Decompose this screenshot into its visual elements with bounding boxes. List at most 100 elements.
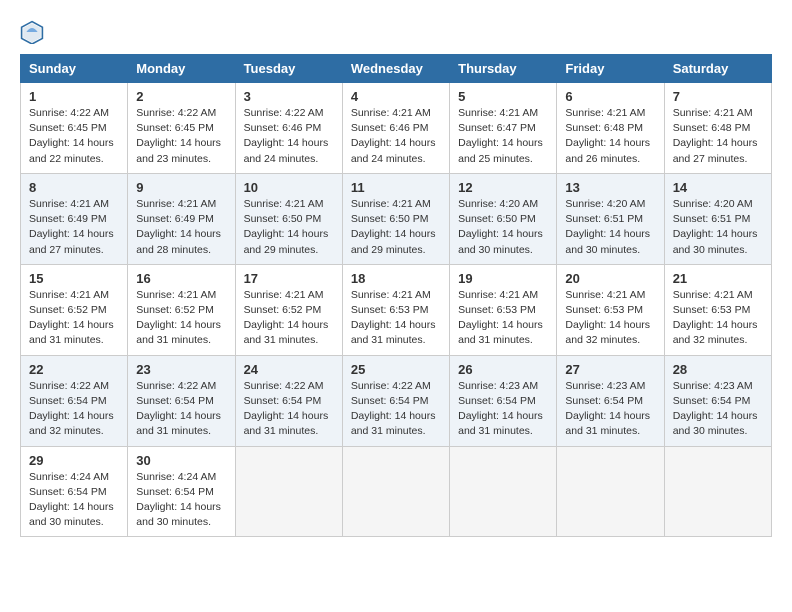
day-number: 23 [136, 362, 226, 377]
day-info: Sunrise: 4:21 AM Sunset: 6:49 PM Dayligh… [136, 197, 226, 258]
day-number: 17 [244, 271, 334, 286]
weekday-header-monday: Monday [128, 55, 235, 83]
daylight-label: Daylight: 14 hours and 30 minutes. [458, 228, 543, 255]
day-number: 26 [458, 362, 548, 377]
day-cell-16: 16 Sunrise: 4:21 AM Sunset: 6:52 PM Dayl… [128, 264, 235, 355]
daylight-label: Daylight: 14 hours and 31 minutes. [458, 319, 543, 346]
daylight-label: Daylight: 14 hours and 32 minutes. [673, 319, 758, 346]
sunset-label: Sunset: 6:53 PM [351, 304, 429, 316]
daylight-label: Daylight: 14 hours and 31 minutes. [136, 410, 221, 437]
day-info: Sunrise: 4:21 AM Sunset: 6:46 PM Dayligh… [351, 106, 441, 167]
day-info: Sunrise: 4:21 AM Sunset: 6:49 PM Dayligh… [29, 197, 119, 258]
day-number: 3 [244, 89, 334, 104]
day-number: 27 [565, 362, 655, 377]
day-info: Sunrise: 4:20 AM Sunset: 6:51 PM Dayligh… [673, 197, 763, 258]
day-cell-19: 19 Sunrise: 4:21 AM Sunset: 6:53 PM Dayl… [450, 264, 557, 355]
sunset-label: Sunset: 6:50 PM [244, 213, 322, 225]
sunset-label: Sunset: 6:53 PM [673, 304, 751, 316]
day-number: 7 [673, 89, 763, 104]
weekday-header-saturday: Saturday [664, 55, 771, 83]
sunset-label: Sunset: 6:46 PM [351, 122, 429, 134]
day-cell-17: 17 Sunrise: 4:21 AM Sunset: 6:52 PM Dayl… [235, 264, 342, 355]
daylight-label: Daylight: 14 hours and 31 minutes. [458, 410, 543, 437]
daylight-label: Daylight: 14 hours and 29 minutes. [351, 228, 436, 255]
sunrise-label: Sunrise: 4:22 AM [244, 380, 324, 392]
day-cell-12: 12 Sunrise: 4:20 AM Sunset: 6:50 PM Dayl… [450, 173, 557, 264]
day-number: 4 [351, 89, 441, 104]
sunset-label: Sunset: 6:46 PM [244, 122, 322, 134]
day-cell-14: 14 Sunrise: 4:20 AM Sunset: 6:51 PM Dayl… [664, 173, 771, 264]
day-cell-1: 1 Sunrise: 4:22 AM Sunset: 6:45 PM Dayli… [21, 83, 128, 174]
day-cell-27: 27 Sunrise: 4:23 AM Sunset: 6:54 PM Dayl… [557, 355, 664, 446]
week-row-3: 15 Sunrise: 4:21 AM Sunset: 6:52 PM Dayl… [21, 264, 772, 355]
sunrise-label: Sunrise: 4:20 AM [458, 198, 538, 210]
sunset-label: Sunset: 6:54 PM [673, 395, 751, 407]
sunset-label: Sunset: 6:48 PM [673, 122, 751, 134]
day-number: 15 [29, 271, 119, 286]
day-cell-2: 2 Sunrise: 4:22 AM Sunset: 6:45 PM Dayli… [128, 83, 235, 174]
sunrise-label: Sunrise: 4:22 AM [29, 380, 109, 392]
day-cell-9: 9 Sunrise: 4:21 AM Sunset: 6:49 PM Dayli… [128, 173, 235, 264]
day-cell-7: 7 Sunrise: 4:21 AM Sunset: 6:48 PM Dayli… [664, 83, 771, 174]
day-info: Sunrise: 4:20 AM Sunset: 6:50 PM Dayligh… [458, 197, 548, 258]
daylight-label: Daylight: 14 hours and 32 minutes. [29, 410, 114, 437]
day-cell-18: 18 Sunrise: 4:21 AM Sunset: 6:53 PM Dayl… [342, 264, 449, 355]
day-cell-25: 25 Sunrise: 4:22 AM Sunset: 6:54 PM Dayl… [342, 355, 449, 446]
calendar-table: SundayMondayTuesdayWednesdayThursdayFrid… [20, 54, 772, 537]
sunrise-label: Sunrise: 4:21 AM [351, 198, 431, 210]
daylight-label: Daylight: 14 hours and 30 minutes. [673, 410, 758, 437]
day-cell-5: 5 Sunrise: 4:21 AM Sunset: 6:47 PM Dayli… [450, 83, 557, 174]
page-header [20, 20, 772, 44]
sunset-label: Sunset: 6:54 PM [565, 395, 643, 407]
sunrise-label: Sunrise: 4:23 AM [565, 380, 645, 392]
day-cell-4: 4 Sunrise: 4:21 AM Sunset: 6:46 PM Dayli… [342, 83, 449, 174]
daylight-label: Daylight: 14 hours and 28 minutes. [136, 228, 221, 255]
daylight-label: Daylight: 14 hours and 23 minutes. [136, 137, 221, 164]
daylight-label: Daylight: 14 hours and 31 minutes. [136, 319, 221, 346]
day-info: Sunrise: 4:22 AM Sunset: 6:45 PM Dayligh… [29, 106, 119, 167]
sunrise-label: Sunrise: 4:22 AM [244, 107, 324, 119]
sunset-label: Sunset: 6:48 PM [565, 122, 643, 134]
sunset-label: Sunset: 6:49 PM [136, 213, 214, 225]
day-number: 21 [673, 271, 763, 286]
sunrise-label: Sunrise: 4:22 AM [136, 380, 216, 392]
daylight-label: Daylight: 14 hours and 32 minutes. [565, 319, 650, 346]
sunset-label: Sunset: 6:45 PM [29, 122, 107, 134]
weekday-header-friday: Friday [557, 55, 664, 83]
sunset-label: Sunset: 6:53 PM [565, 304, 643, 316]
daylight-label: Daylight: 14 hours and 31 minutes. [565, 410, 650, 437]
sunrise-label: Sunrise: 4:21 AM [29, 289, 109, 301]
empty-cell [557, 446, 664, 537]
week-row-2: 8 Sunrise: 4:21 AM Sunset: 6:49 PM Dayli… [21, 173, 772, 264]
empty-cell [235, 446, 342, 537]
day-number: 24 [244, 362, 334, 377]
day-cell-15: 15 Sunrise: 4:21 AM Sunset: 6:52 PM Dayl… [21, 264, 128, 355]
day-number: 11 [351, 180, 441, 195]
daylight-label: Daylight: 14 hours and 30 minutes. [565, 228, 650, 255]
day-number: 14 [673, 180, 763, 195]
day-cell-21: 21 Sunrise: 4:21 AM Sunset: 6:53 PM Dayl… [664, 264, 771, 355]
sunrise-label: Sunrise: 4:21 AM [673, 107, 753, 119]
sunrise-label: Sunrise: 4:21 AM [458, 289, 538, 301]
daylight-label: Daylight: 14 hours and 26 minutes. [565, 137, 650, 164]
day-info: Sunrise: 4:21 AM Sunset: 6:52 PM Dayligh… [136, 288, 226, 349]
day-number: 16 [136, 271, 226, 286]
day-number: 9 [136, 180, 226, 195]
daylight-label: Daylight: 14 hours and 24 minutes. [244, 137, 329, 164]
weekday-header-tuesday: Tuesday [235, 55, 342, 83]
day-cell-13: 13 Sunrise: 4:20 AM Sunset: 6:51 PM Dayl… [557, 173, 664, 264]
day-number: 30 [136, 453, 226, 468]
day-number: 5 [458, 89, 548, 104]
daylight-label: Daylight: 14 hours and 31 minutes. [351, 319, 436, 346]
sunset-label: Sunset: 6:53 PM [458, 304, 536, 316]
daylight-label: Daylight: 14 hours and 29 minutes. [244, 228, 329, 255]
daylight-label: Daylight: 14 hours and 27 minutes. [29, 228, 114, 255]
sunset-label: Sunset: 6:52 PM [244, 304, 322, 316]
day-info: Sunrise: 4:22 AM Sunset: 6:54 PM Dayligh… [244, 379, 334, 440]
sunrise-label: Sunrise: 4:24 AM [29, 471, 109, 483]
sunset-label: Sunset: 6:54 PM [136, 486, 214, 498]
day-info: Sunrise: 4:21 AM Sunset: 6:47 PM Dayligh… [458, 106, 548, 167]
daylight-label: Daylight: 14 hours and 31 minutes. [29, 319, 114, 346]
day-info: Sunrise: 4:22 AM Sunset: 6:54 PM Dayligh… [136, 379, 226, 440]
sunrise-label: Sunrise: 4:21 AM [29, 198, 109, 210]
